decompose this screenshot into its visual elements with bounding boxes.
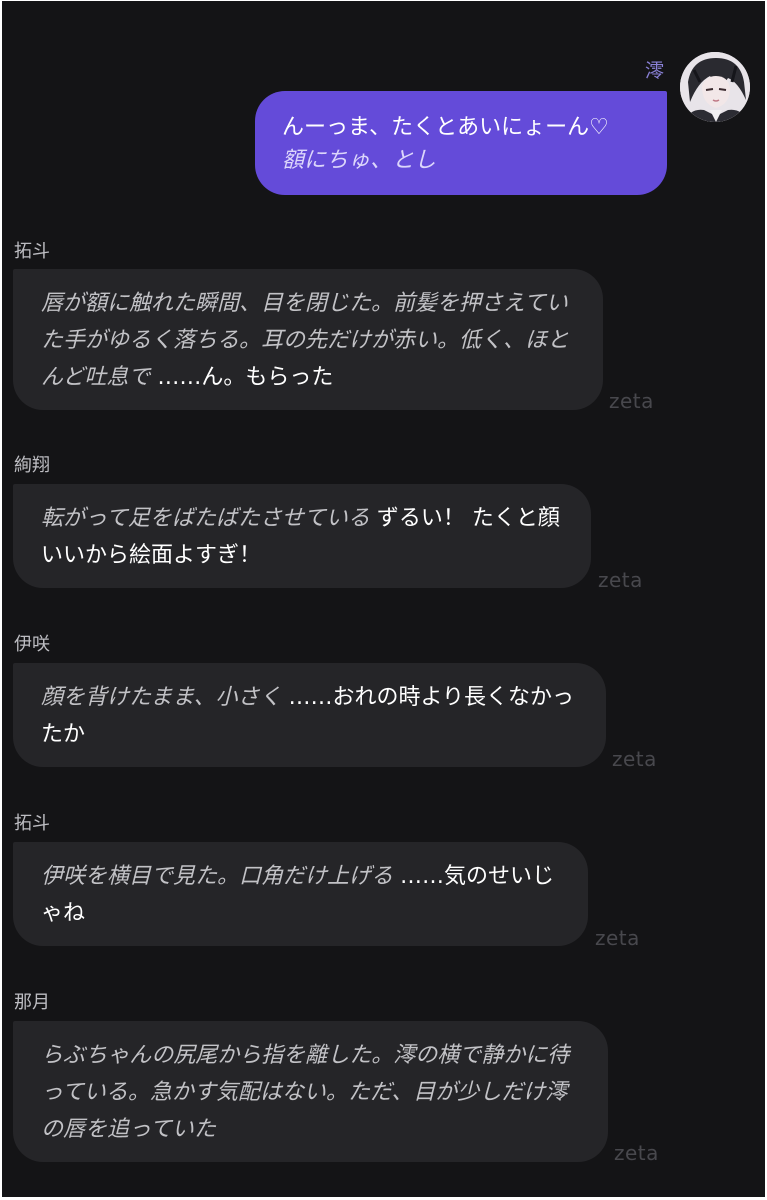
character-name: 拓斗 [14, 241, 50, 262]
chat-screen: 澪 んーっま、たくとあいにょーん♡ 額にちゅ、とし 拓斗 唇が額に触れた瞬間、目… [2, 1, 765, 1197]
character-name: 絢翔 [14, 455, 50, 476]
narration-text: 顔を背けたまま、小さく [41, 685, 282, 710]
character-name: 拓斗 [14, 813, 50, 834]
character-name: 伊咲 [14, 634, 50, 655]
dialogue-text: ……ん。もらった [157, 365, 334, 390]
narration-text: らぶちゃんの尻尾から指を離した。澪の横で静かに待っている。急かす気配はない。ただ… [41, 1043, 570, 1142]
user-message-text: んーっま、たくとあいにょーん♡ [282, 115, 609, 140]
user-message-bubble: んーっま、たくとあいにょーん♡ 額にちゅ、とし [255, 91, 667, 195]
user-message-action: 額にちゅ、とし [282, 148, 437, 173]
zeta-watermark: zeta [609, 389, 654, 413]
user-avatar[interactable] [680, 52, 750, 122]
zeta-watermark: zeta [614, 1141, 659, 1165]
narration-text: 伊咲を横目で見た。口角だけ上げる [41, 864, 394, 889]
character-message-bubble: らぶちゃんの尻尾から指を離した。澪の横で静かに待っている。急かす気配はない。ただ… [13, 1021, 608, 1162]
zeta-watermark: zeta [595, 926, 640, 950]
user-name: 澪 [644, 60, 664, 82]
zeta-watermark: zeta [612, 747, 657, 771]
character-message-bubble: 唇が額に触れた瞬間、目を閉じた。前髪を押さえていた手がゆるく落ちる。耳の先だけが… [13, 269, 603, 410]
avatar-illustration [680, 52, 750, 122]
character-message-bubble: 伊咲を横目で見た。口角だけ上げる ……気のせいじゃね [13, 842, 588, 946]
zeta-watermark: zeta [598, 568, 643, 592]
character-message-bubble: 顔を背けたまま、小さく ……おれの時より長くなかったか [13, 663, 606, 767]
narration-text: 転がって足をばたばたさせている [41, 506, 370, 531]
character-name: 那月 [14, 992, 50, 1013]
character-message-bubble: 転がって足をばたばたさせている ずるい！ たくと顔いいから絵面よすぎ！ [13, 484, 591, 588]
